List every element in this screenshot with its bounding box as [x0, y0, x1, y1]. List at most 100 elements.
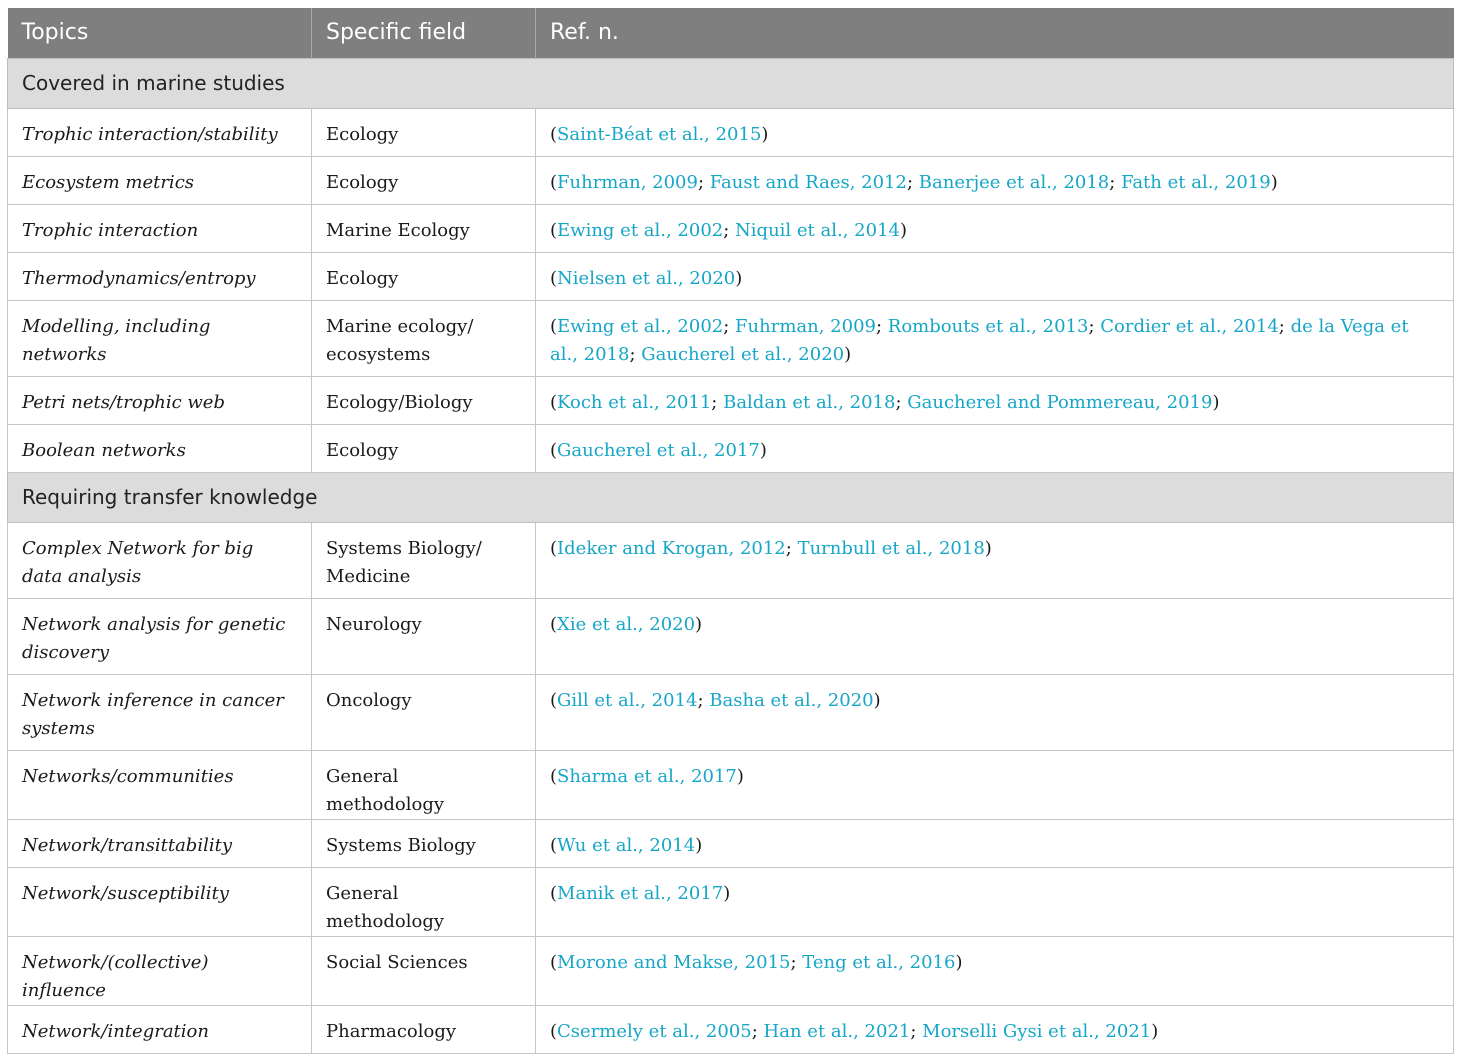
section-header-row: Requiring transfer knowledge — [7, 471, 1454, 523]
reference-link[interactable]: Xie et al., 2020 — [557, 614, 695, 635]
ref-separator: ; — [910, 1020, 923, 1042]
topic-cell: Thermodynamics/entropy — [7, 251, 312, 301]
close-paren: ) — [735, 267, 743, 289]
topic-cell: Network/(collective) influence — [7, 935, 312, 1006]
ref-separator: ; — [875, 315, 888, 337]
reference-link[interactable]: Csermely et al., 2005 — [557, 1021, 752, 1042]
field-cell: Ecology — [311, 423, 536, 473]
refs-cell: (Ewing et al., 2002; Fuhrman, 2009; Romb… — [535, 299, 1454, 377]
open-paren: ( — [550, 315, 558, 337]
header-row: Topics Specific field Ref. n. — [7, 8, 1454, 58]
reference-link[interactable]: Gill et al., 2014 — [557, 690, 697, 711]
field-cell: General methodology — [311, 749, 536, 820]
close-paren: ) — [736, 765, 744, 787]
ref-separator: ; — [697, 689, 710, 711]
reference-link[interactable]: Banerjee et al., 2018 — [919, 172, 1110, 193]
close-paren: ) — [723, 882, 731, 904]
table-row: Network inference in cancer systems Oncol… — [7, 673, 1454, 751]
ref-separator: ; — [895, 391, 908, 413]
close-paren: ) — [844, 343, 852, 365]
topic-cell: Ecosystem metrics — [7, 155, 312, 205]
field-cell: Neurology — [311, 597, 536, 675]
reference-link[interactable]: Fuhrman, 2009 — [557, 172, 698, 193]
field-cell: Marine Ecology — [311, 203, 536, 253]
table-row: Network/susceptibility General methodolog… — [7, 866, 1454, 937]
reference-link[interactable]: Cordier et al., 2014 — [1100, 316, 1279, 337]
table-row: Modelling, including networks Marine ecol… — [7, 299, 1454, 377]
refs-cell: (Saint-Béat et al., 2015) — [535, 107, 1454, 157]
open-paren: ( — [550, 171, 558, 193]
ref-separator: ; — [1278, 315, 1291, 337]
topic-cell: Network inference in cancer systems — [7, 673, 312, 751]
close-paren: ) — [873, 689, 881, 711]
ref-separator: ; — [1088, 315, 1101, 337]
topic-cell: Network/integration — [7, 1004, 312, 1054]
open-paren: ( — [550, 439, 558, 461]
ref-separator: ; — [751, 1020, 764, 1042]
reference-link[interactable]: Morselli Gysi et al., 2021 — [922, 1021, 1151, 1042]
reference-link[interactable]: Koch et al., 2011 — [557, 392, 711, 413]
refs-cell: (Gill et al., 2014; Basha et al., 2020) — [535, 673, 1454, 751]
table-row: Thermodynamics/entropy Ecology (Nielsen et… — [7, 251, 1454, 301]
reference-link[interactable]: Fuhrman, 2009 — [735, 316, 876, 337]
reference-link[interactable]: Sharma et al., 2017 — [557, 766, 737, 787]
field-cell: Pharmacology — [311, 1004, 536, 1054]
open-paren: ( — [550, 219, 558, 241]
close-paren: ) — [695, 613, 703, 635]
reference-link[interactable]: Ideker and Krogan, 2012 — [557, 538, 786, 559]
reference-link[interactable]: Manik et al., 2017 — [557, 883, 723, 904]
reference-link[interactable]: Rombouts et al., 2013 — [888, 316, 1089, 337]
table-row: Petri nets/trophic web Ecology/Biology (Ko… — [7, 375, 1454, 425]
reference-link[interactable]: Nielsen et al., 2020 — [557, 268, 735, 289]
reference-link[interactable]: Wu et al., 2014 — [557, 835, 695, 856]
close-paren: ) — [899, 219, 908, 241]
reference-link[interactable]: Gaucherel et al., 2020 — [641, 344, 844, 365]
table-row: Network/transittability Systems Biology (W… — [7, 818, 1454, 868]
close-paren: ) — [955, 951, 963, 973]
open-paren: ( — [550, 765, 558, 787]
reference-link[interactable]: Niquil et al., 2014 — [735, 220, 900, 241]
refs-cell: (Ideker and Krogan, 2012; Turnbull et al… — [535, 521, 1454, 599]
reference-link[interactable]: Saint-Béat et al., 2015 — [557, 124, 761, 145]
field-cell: Systems Biology/ Medicine — [311, 521, 536, 599]
reference-link[interactable]: Baldan et al., 2018 — [723, 392, 895, 413]
table-row: Ecosystem metrics Ecology (Fuhrman, 2009; … — [7, 155, 1454, 205]
reference-link[interactable]: Basha et al., 2020 — [709, 690, 873, 711]
topic-cell: Networks/communities — [7, 749, 312, 820]
open-paren: ( — [550, 951, 558, 973]
refs-cell: (Nielsen et al., 2020) — [535, 251, 1454, 301]
topic-cell: Complex Network for big data analysis — [7, 521, 312, 599]
table-row: Network/integration Pharmacology (Csermely… — [7, 1004, 1454, 1054]
refs-cell: (Manik et al., 2017) — [535, 866, 1454, 937]
ref-separator: ; — [906, 171, 919, 193]
ref-separator: ; — [723, 219, 736, 241]
table-row: Boolean networks Ecology (Gaucherel et al.… — [7, 423, 1454, 473]
reference-link[interactable]: Gaucherel and Pommereau, 2019 — [907, 392, 1212, 413]
reference-link[interactable]: Faust and Raes, 2012 — [710, 172, 907, 193]
reference-link[interactable]: Teng et al., 2016 — [802, 952, 955, 973]
section-title: Requiring transfer knowledge — [7, 471, 1454, 523]
field-cell: Ecology — [311, 251, 536, 301]
table-body: Covered in marine studies Trophic interac… — [7, 57, 1454, 1054]
open-paren: ( — [550, 882, 558, 904]
table-row: Network analysis for genetic discovery Ne… — [7, 597, 1454, 675]
section-title: Covered in marine studies — [7, 57, 1454, 109]
topic-cell: Network/transittability — [7, 818, 312, 868]
field-cell: Ecology — [311, 155, 536, 205]
field-cell: Ecology/Biology — [311, 375, 536, 425]
ref-separator: ; — [790, 951, 803, 973]
topic-cell: Petri nets/trophic web — [7, 375, 312, 425]
reference-link[interactable]: Fath et al., 2019 — [1121, 172, 1271, 193]
field-cell: Ecology — [311, 107, 536, 157]
reference-link[interactable]: Han et al., 2021 — [764, 1021, 911, 1042]
reference-link[interactable]: Turnbull et al., 2018 — [798, 538, 985, 559]
field-cell: Social Sciences — [311, 935, 536, 1006]
close-paren: ) — [1151, 1020, 1159, 1042]
reference-link[interactable]: Ewing et al., 2002 — [557, 220, 723, 241]
reference-link[interactable]: Morone and Makse, 2015 — [557, 952, 790, 973]
ref-separator: ; — [711, 391, 724, 413]
topic-cell: Boolean networks — [7, 423, 312, 473]
open-paren: ( — [550, 1020, 558, 1042]
reference-link[interactable]: Ewing et al., 2002 — [557, 316, 723, 337]
reference-link[interactable]: Gaucherel et al., 2017 — [557, 440, 760, 461]
